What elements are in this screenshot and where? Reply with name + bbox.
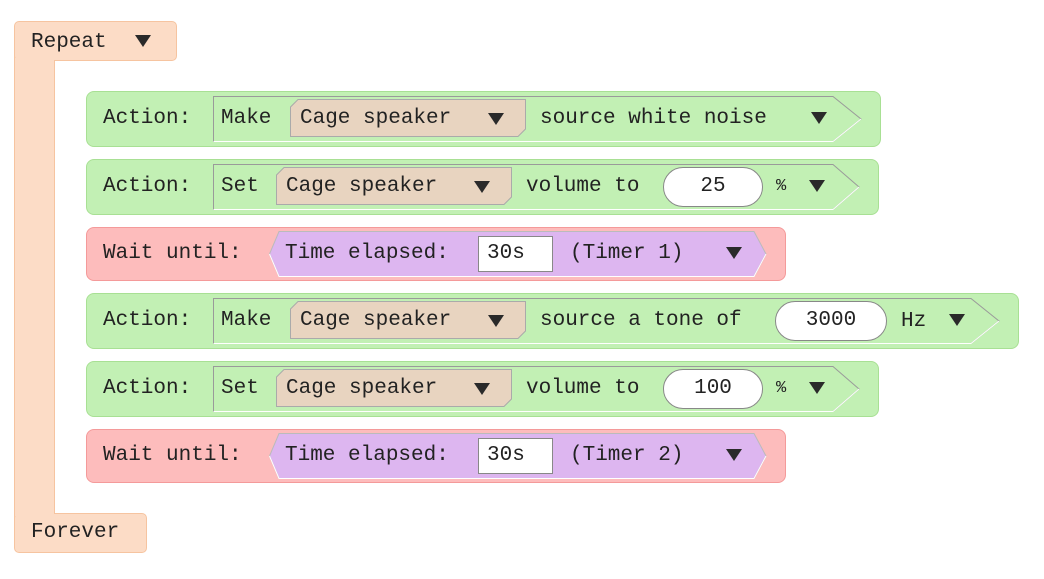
action-prefix: Action: bbox=[103, 309, 192, 332]
time-input[interactable]: 30s bbox=[478, 236, 553, 272]
device-name: Cage speaker bbox=[286, 175, 438, 198]
condition-dropdown-icon[interactable] bbox=[726, 247, 742, 259]
loop-fill bbox=[15, 58, 54, 516]
wait-prefix: Wait until: bbox=[103, 444, 242, 467]
device-name: Cage speaker bbox=[286, 377, 438, 400]
device-dropdown[interactable]: Cage speaker bbox=[276, 167, 512, 205]
repeat-block[interactable]: Repeat bbox=[14, 21, 177, 61]
action-text: volume to bbox=[526, 175, 640, 198]
repeat-label: Repeat bbox=[31, 31, 107, 54]
action-text: source a tone of bbox=[540, 309, 742, 332]
condition-block[interactable]: Time elapsed: 30s (Timer 1) bbox=[268, 231, 769, 277]
action-text: volume to bbox=[526, 377, 640, 400]
repeat-dropdown-icon[interactable] bbox=[135, 35, 151, 47]
wait-prefix: Wait until: bbox=[103, 242, 242, 265]
action-prefix: Action: bbox=[103, 107, 192, 130]
device-name: Cage speaker bbox=[300, 107, 452, 130]
action-dropdown-icon[interactable] bbox=[809, 382, 825, 394]
volume-input[interactable]: 25 bbox=[663, 167, 763, 207]
forever-label: Forever bbox=[31, 521, 120, 544]
action-dropdown-icon[interactable] bbox=[949, 314, 965, 326]
unit-label: % bbox=[776, 177, 787, 196]
unit-label: % bbox=[776, 379, 787, 398]
action-verb: Set bbox=[221, 175, 259, 198]
volume-input[interactable]: 100 bbox=[663, 369, 763, 409]
action-prefix: Action: bbox=[103, 175, 192, 198]
time-input[interactable]: 30s bbox=[478, 438, 553, 474]
device-dropdown[interactable]: Cage speaker bbox=[276, 369, 512, 407]
action-prefix: Action: bbox=[103, 377, 192, 400]
device-dropdown[interactable]: Cage speaker bbox=[290, 301, 526, 339]
action-block[interactable]: Action: Make Cage speaker source a tone … bbox=[86, 293, 1019, 349]
device-name: Cage speaker bbox=[300, 309, 452, 332]
unit-label: Hz bbox=[901, 310, 927, 333]
action-block[interactable]: Action: Set Cage speaker volume to 100 % bbox=[86, 361, 879, 417]
condition-block[interactable]: Time elapsed: 30s (Timer 2) bbox=[268, 433, 769, 479]
action-statement: Set Cage speaker volume to 25 % bbox=[213, 164, 863, 210]
chevron-down-icon bbox=[474, 383, 490, 395]
device-dropdown[interactable]: Cage speaker bbox=[290, 99, 526, 137]
action-statement: Set Cage speaker volume to 100 % bbox=[213, 366, 863, 412]
chevron-down-icon bbox=[474, 181, 490, 193]
action-verb: Set bbox=[221, 377, 259, 400]
action-dropdown-icon[interactable] bbox=[811, 112, 827, 124]
action-block[interactable]: Action: Set Cage speaker volume to 25 % bbox=[86, 159, 879, 215]
frequency-input[interactable]: 3000 bbox=[775, 301, 887, 341]
action-verb: Make bbox=[221, 309, 272, 332]
action-dropdown-icon[interactable] bbox=[809, 180, 825, 192]
condition-label: Time elapsed: bbox=[285, 444, 449, 467]
wait-block[interactable]: Wait until: Time elapsed: 30s (Timer 1) bbox=[86, 227, 786, 281]
condition-dropdown-icon[interactable] bbox=[726, 449, 742, 461]
chevron-down-icon bbox=[488, 315, 504, 327]
action-text: source white noise bbox=[540, 107, 767, 130]
wait-block[interactable]: Wait until: Time elapsed: 30s (Timer 2) bbox=[86, 429, 786, 483]
timer-label: (Timer 2) bbox=[570, 444, 684, 467]
forever-block[interactable]: Forever bbox=[14, 513, 147, 553]
action-statement: Make Cage speaker source a tone of 3000 … bbox=[213, 298, 1003, 344]
condition-label: Time elapsed: bbox=[285, 242, 449, 265]
timer-label: (Timer 1) bbox=[570, 242, 684, 265]
action-verb: Make bbox=[221, 107, 272, 130]
action-statement: Make Cage speaker source white noise bbox=[213, 96, 863, 142]
chevron-down-icon bbox=[488, 113, 504, 125]
action-block[interactable]: Action: Make Cage speaker source white n… bbox=[86, 91, 881, 147]
